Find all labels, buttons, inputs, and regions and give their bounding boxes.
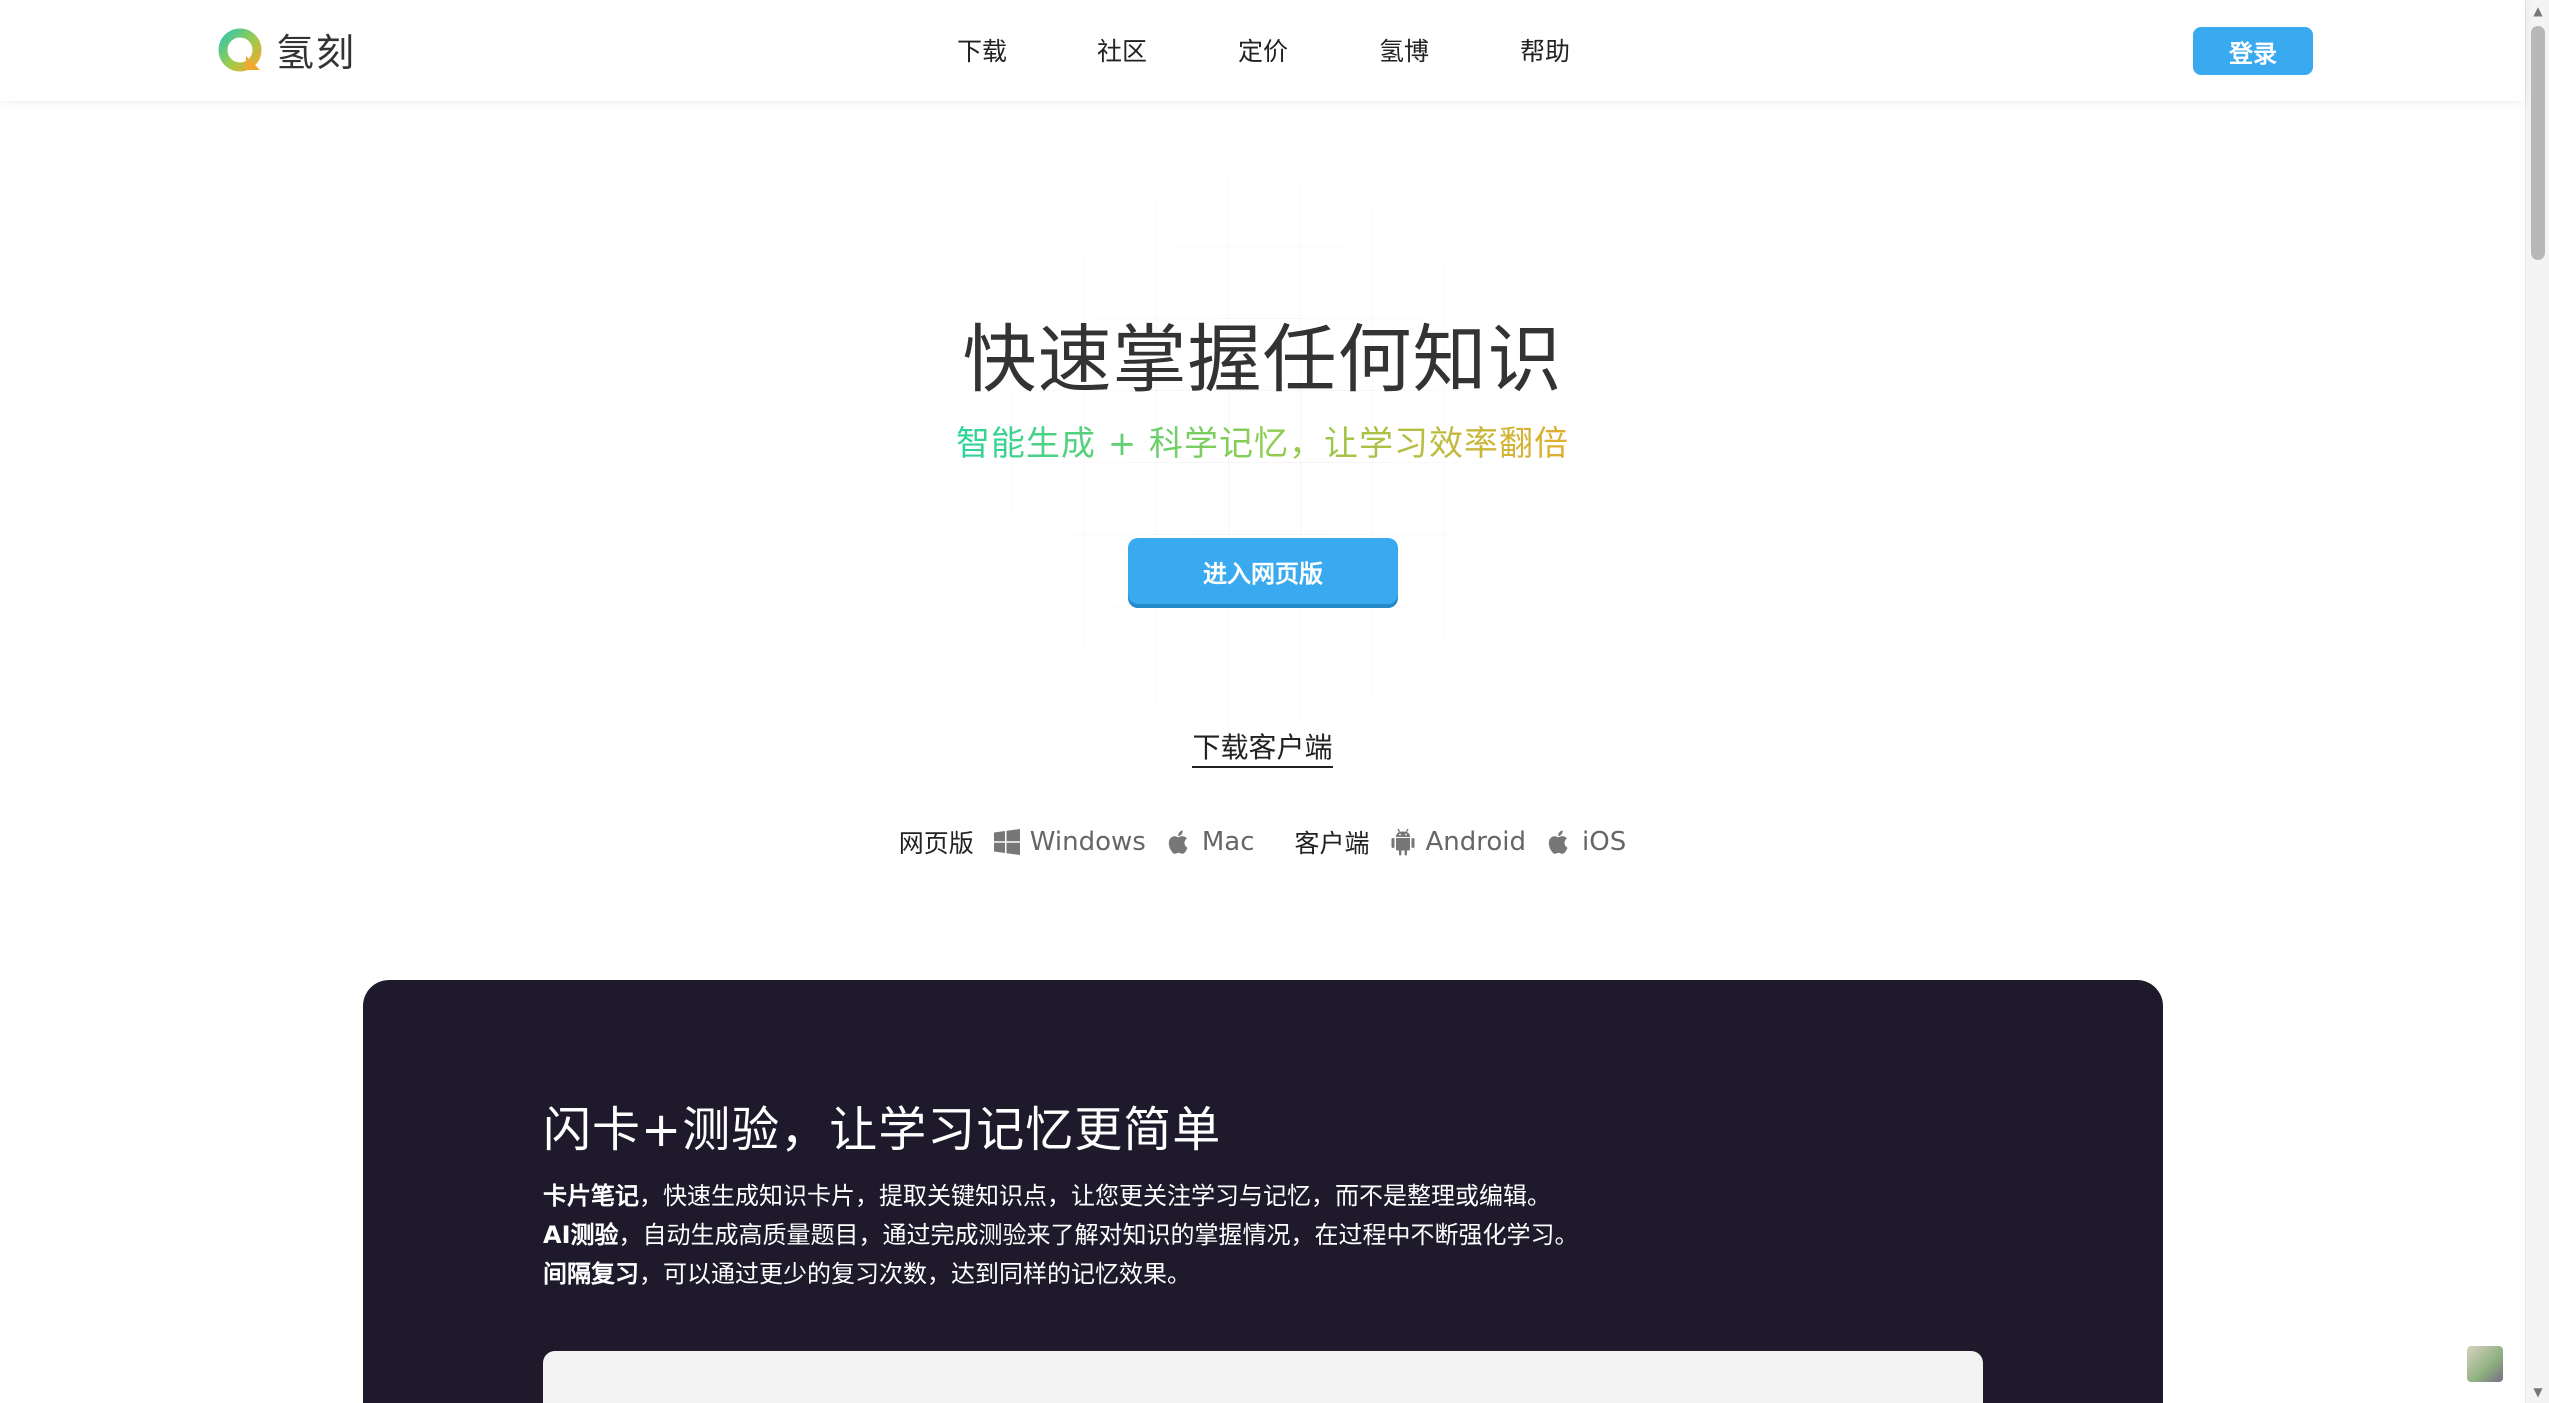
platform-ios[interactable]: iOS [1544, 827, 1626, 857]
top-header: 氢刻 下载 社区 定价 氢博 帮助 登录 [0, 0, 2525, 101]
android-icon [1391, 828, 1415, 856]
feature-line-quiz: AI测验，自动生成高质量题目，通过完成测验来了解对知识的掌握情况，在过程中不断强… [543, 1216, 1579, 1255]
feature-description: 卡片笔记，快速生成知识卡片，提取关键知识点，让您更关注学习与记忆，而不是整理或编… [543, 1177, 1579, 1294]
feature-line-cards-text: ，快速生成知识卡片，提取关键知识点，让您更关注学习与记忆，而不是整理或编辑。 [639, 1182, 1551, 1210]
hero-subtitle: 智能生成 + 科学记忆，让学习效率翻倍 [0, 416, 2525, 465]
feature-title: 闪卡+测验，让学习记忆更简单 [543, 1102, 1222, 1158]
feature-line-cards: 卡片笔记，快速生成知识卡片，提取关键知识点，让您更关注学习与记忆，而不是整理或编… [543, 1177, 1579, 1216]
nav-community[interactable]: 社区 [1097, 32, 1147, 68]
apple-icon [1168, 830, 1188, 854]
download-client-link[interactable]: 下载客户端 [1192, 731, 1333, 768]
client-label: 客户端 [1294, 829, 1370, 858]
feature-line-review: 间隔复习，可以通过更少的复习次数，达到同样的记忆效果。 [543, 1255, 1579, 1294]
download-client-row: 下载客户端 [0, 726, 2525, 768]
feature-section: 闪卡+测验，让学习记忆更简单 卡片笔记，快速生成知识卡片，提取关键知识点，让您更… [363, 980, 2163, 1403]
platform-android[interactable]: Android [1388, 827, 1527, 857]
scroll-down-arrow-icon[interactable]: ▼ [2526, 1381, 2549, 1403]
floating-widget-icon[interactable] [2467, 1346, 2503, 1382]
ios-label: iOS [1582, 827, 1627, 857]
windows-label: Windows [1029, 827, 1146, 857]
feature-line-quiz-text: ，自动生成高质量题目，通过完成测验来了解对知识的掌握情况，在过程中不断强化学习。 [618, 1221, 1579, 1249]
feature-line-cards-bold: 卡片笔记 [543, 1182, 639, 1210]
hero-subtitle-text: 智能生成 + 科学记忆，让学习效率翻倍 [955, 424, 1570, 464]
hero-title: 快速掌握任何知识 [962, 317, 1563, 403]
nav-download[interactable]: 下载 [957, 32, 1007, 68]
main-nav: 下载 社区 定价 氢博 帮助 [0, 0, 2525, 101]
feature-line-quiz-bold: AI测验 [543, 1221, 619, 1249]
platform-list: 网页版 Windows Mac 客户端 Android iOS [0, 822, 2525, 862]
enter-web-button[interactable]: 进入网页版 [1128, 538, 1398, 604]
scroll-thumb[interactable] [2531, 26, 2545, 260]
mac-label: Mac [1201, 827, 1255, 857]
platform-mac[interactable]: Mac [1164, 827, 1255, 857]
page: 氢刻 下载 社区 定价 氢博 帮助 登录 快速掌握任何知识 智能生成 + 科学记… [0, 0, 2549, 1403]
login-button[interactable]: 登录 [2193, 27, 2313, 75]
platform-windows[interactable]: Windows [992, 827, 1146, 857]
nav-blog[interactable]: 氢博 [1379, 32, 1429, 68]
nav-pricing[interactable]: 定价 [1238, 32, 1288, 68]
apple-icon [1548, 830, 1568, 854]
feature-line-review-bold: 间隔复习 [543, 1260, 639, 1288]
web-version-label: 网页版 [898, 829, 974, 858]
feature-line-review-text: ，可以通过更少的复习次数，达到同样的记忆效果。 [639, 1260, 1191, 1288]
page-scrollbar[interactable]: ▲ ▼ [2525, 0, 2549, 1403]
nav-help[interactable]: 帮助 [1520, 32, 1570, 68]
android-label: Android [1425, 827, 1527, 857]
windows-icon [993, 829, 1020, 855]
scroll-up-arrow-icon[interactable]: ▲ [2526, 0, 2549, 22]
feature-preview-panel [543, 1351, 1983, 1403]
